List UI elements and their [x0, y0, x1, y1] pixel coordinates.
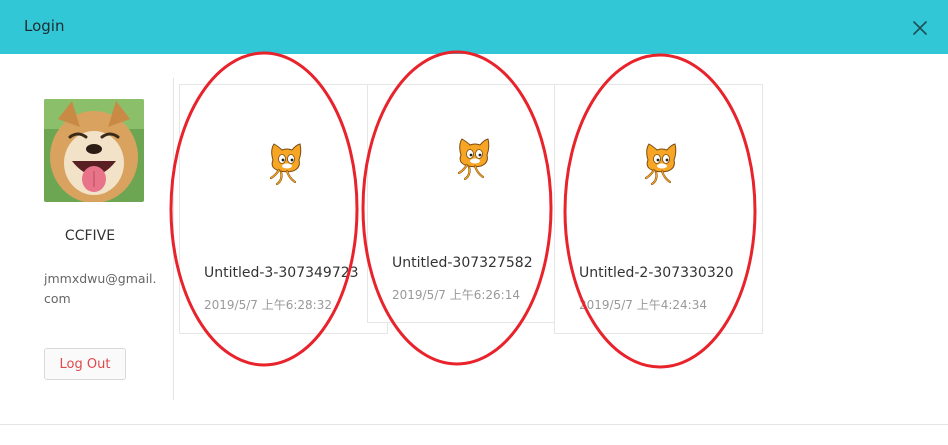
project-card[interactable]: Untitled-307327582 2019/5/7 上午6:26:14	[367, 84, 576, 323]
project-name: Untitled-2-307330320	[579, 265, 734, 281]
scratch-cat-icon	[457, 138, 490, 181]
dog-avatar-icon	[44, 99, 144, 202]
project-name: Untitled-3-307349723	[204, 265, 359, 281]
close-icon	[913, 21, 927, 35]
dialog-footer-divider	[0, 424, 948, 425]
project-name: Untitled-307327582	[392, 255, 533, 271]
log-out-button[interactable]: Log Out	[44, 348, 126, 380]
close-button[interactable]	[906, 14, 934, 42]
dialog-header: Login	[0, 0, 948, 54]
project-card[interactable]: Untitled-3-307349723 2019/5/7 上午6:28:32	[179, 84, 388, 334]
project-date: 2019/5/7 上午4:24:34	[579, 298, 707, 312]
scratch-cat-icon	[269, 143, 302, 186]
dialog-title: Login	[24, 17, 65, 35]
user-name: CCFIVE	[64, 228, 116, 244]
scratch-cat-icon	[644, 143, 677, 186]
avatar	[44, 99, 144, 202]
project-card[interactable]: Untitled-2-307330320 2019/5/7 上午4:24:34	[554, 84, 763, 334]
project-date: 2019/5/7 上午6:28:32	[204, 298, 332, 312]
user-email: jmmxdwu@gmail.com	[44, 271, 157, 306]
project-date: 2019/5/7 上午6:26:14	[392, 288, 520, 302]
